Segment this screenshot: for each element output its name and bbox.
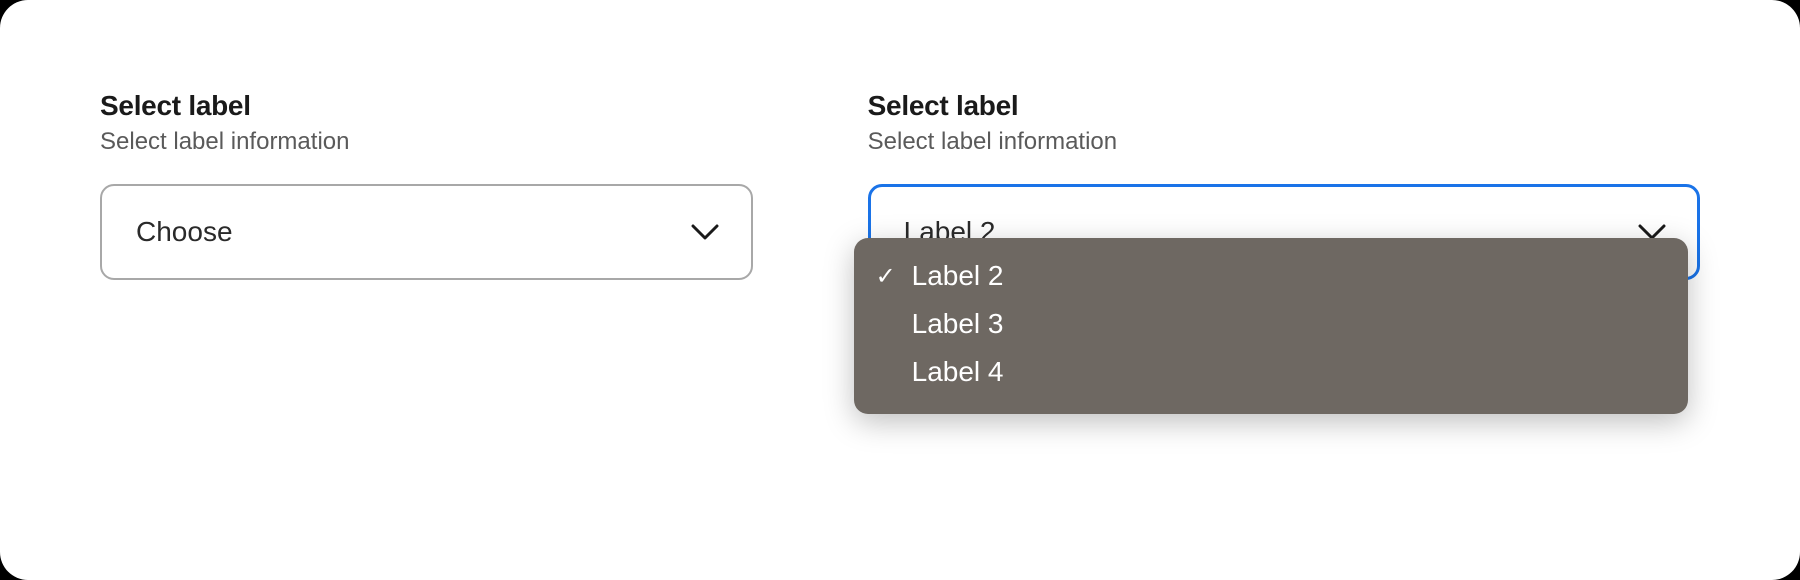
select-description: Select label information bbox=[100, 128, 753, 156]
dropdown-item-label: Label 3 bbox=[912, 308, 1666, 340]
select-title: Select label bbox=[100, 90, 753, 122]
dropdown-item[interactable]: Label 4 bbox=[854, 348, 1688, 396]
select-value: Choose bbox=[136, 216, 233, 248]
select-description: Select label information bbox=[868, 128, 1700, 156]
select-box[interactable]: Choose bbox=[100, 184, 753, 280]
select-title: Select label bbox=[868, 90, 1700, 122]
main-container: Select label Select label information Ch… bbox=[0, 0, 1800, 580]
dropdown-item[interactable]: ✓ Label 2 bbox=[854, 252, 1688, 300]
check-icon: ✓ bbox=[876, 262, 912, 291]
dropdown-item-label: Label 2 bbox=[912, 260, 1666, 292]
chevron-down-icon bbox=[691, 218, 719, 246]
select-group-right: Select label Select label information La… bbox=[868, 90, 1700, 520]
select-group-left: Select label Select label information Ch… bbox=[100, 90, 753, 520]
dropdown-item[interactable]: Label 3 bbox=[854, 300, 1688, 348]
dropdown-item-label: Label 4 bbox=[912, 356, 1666, 388]
dropdown-menu: ✓ Label 2 Label 3 Label 4 bbox=[854, 238, 1688, 414]
